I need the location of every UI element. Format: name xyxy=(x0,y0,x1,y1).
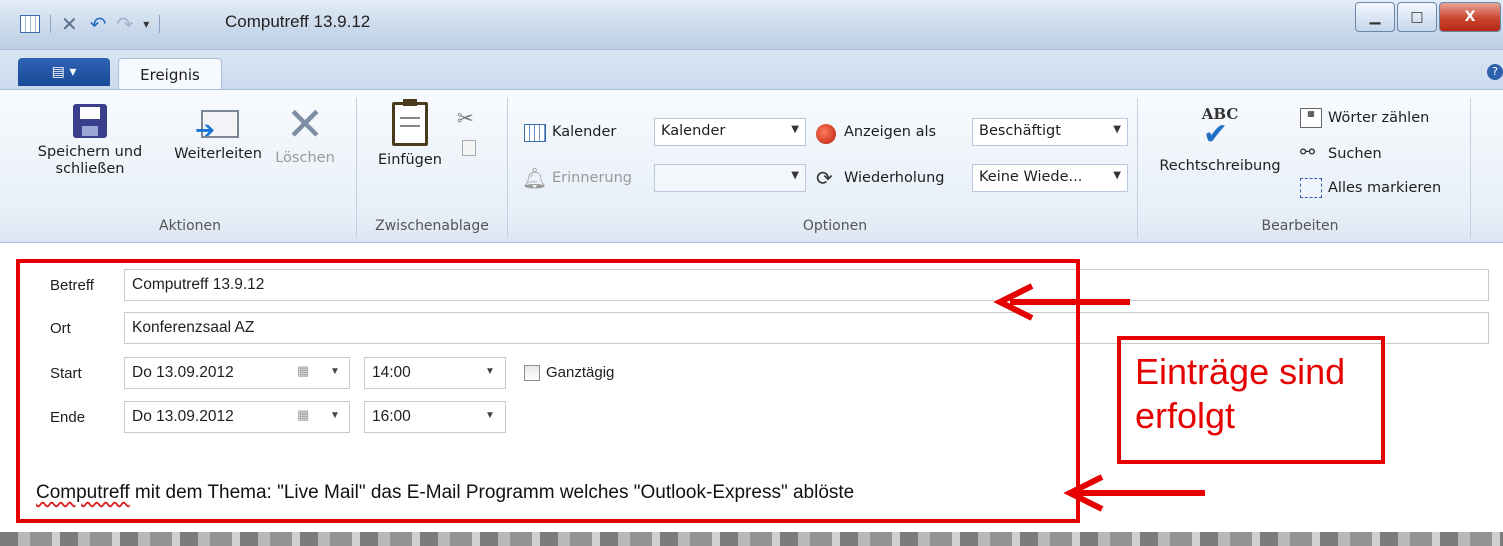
arrow-icon xyxy=(1063,474,1205,512)
annotation-arrows xyxy=(993,283,1205,512)
torn-edge xyxy=(0,532,1503,546)
arrow-icon xyxy=(993,283,1130,321)
